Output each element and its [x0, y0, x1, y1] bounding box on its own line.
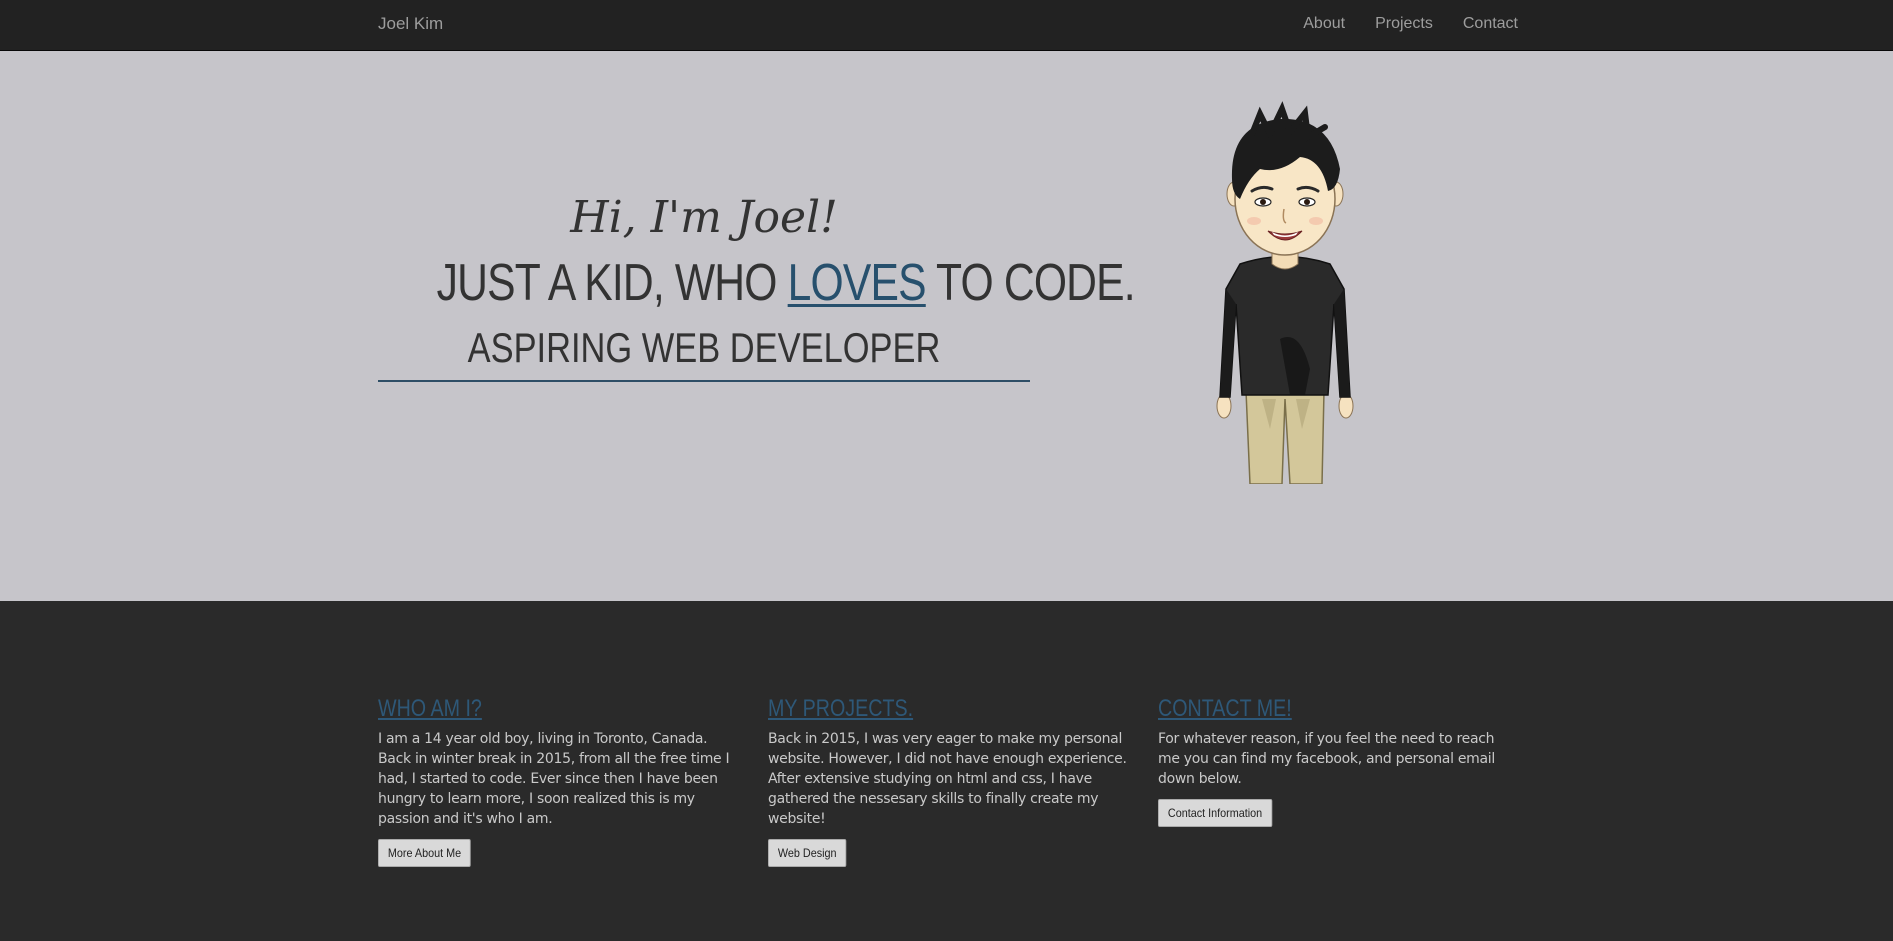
cartoon-boy-avatar-icon [1216, 101, 1354, 484]
contact-information-button[interactable]: Contact Information [1158, 799, 1273, 827]
hero-text: Hi, I'm Joel! JUST A KID, WHO LOVES TO C… [378, 189, 1136, 377]
nav-contact-link[interactable]: Contact [1463, 15, 1518, 33]
my-projects-text: Back in 2015, I was very eager to make m… [768, 731, 1127, 827]
nav-projects-link[interactable]: Projects [1375, 15, 1433, 33]
web-design-button[interactable]: Web Design [768, 839, 847, 867]
headline-highlight: LOVES [787, 254, 927, 312]
contact-column: CONTACT ME! For whatever reason, if you … [1158, 693, 1518, 827]
my-projects-heading[interactable]: MY PROJECTS. [768, 693, 1063, 725]
nav-about-link[interactable]: About [1303, 15, 1345, 33]
hero-greeting: Hi, I'm Joel! [570, 192, 838, 243]
more-about-me-button[interactable]: More About Me [378, 839, 472, 867]
nav-links: About Projects Contact [1273, 15, 1518, 33]
navbar: Joel Kim About Projects Contact [0, 0, 1893, 51]
hero-divider [378, 380, 1030, 382]
headline-part1: JUST A KID, WHO [436, 254, 788, 312]
contact-text: For whatever reason, if you feel the nee… [1158, 731, 1495, 787]
hero-subheadline: ASPIRING WEB DEVELOPER [467, 324, 941, 371]
info-section: WHO AM I? I am a 14 year old boy, living… [0, 601, 1893, 941]
headline-part2: TO CODE. [925, 254, 1136, 312]
hero-headline: JUST A KID, WHO LOVES TO CODE. [436, 247, 1136, 319]
who-am-i-heading[interactable]: WHO AM I? [378, 693, 673, 725]
contact-heading[interactable]: CONTACT ME! [1158, 693, 1453, 725]
my-projects-column: MY PROJECTS. Back in 2015, I was very ea… [768, 693, 1128, 867]
who-am-i-column: WHO AM I? I am a 14 year old boy, living… [378, 693, 738, 867]
brand-link[interactable]: Joel Kim [378, 14, 443, 34]
hero-section: Hi, I'm Joel! JUST A KID, WHO LOVES TO C… [0, 51, 1893, 601]
who-am-i-text: I am a 14 year old boy, living in Toront… [378, 731, 730, 827]
